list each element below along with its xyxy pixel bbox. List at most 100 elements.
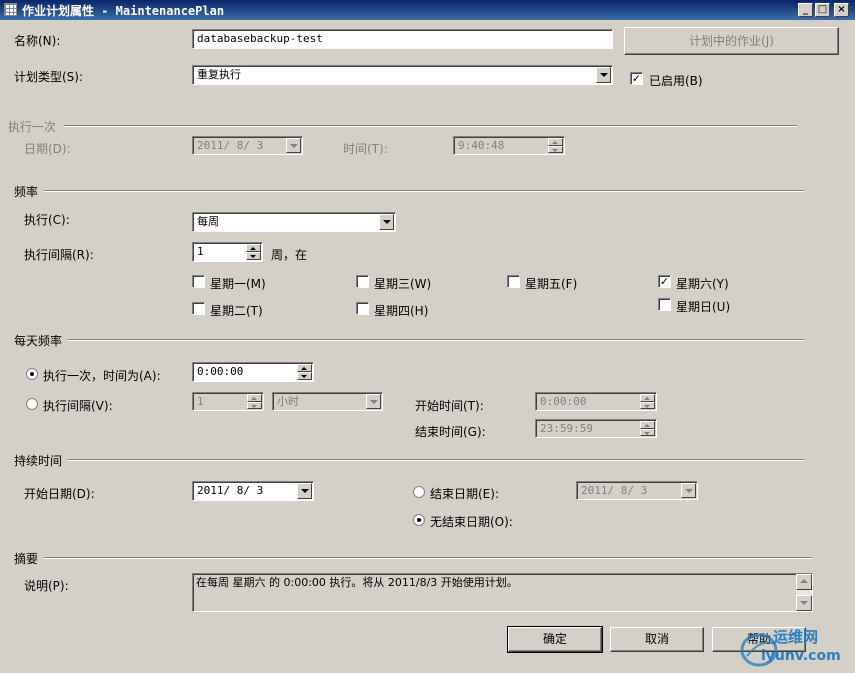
spin-buttons[interactable] (297, 364, 312, 380)
day-friday-checkbox[interactable] (507, 275, 520, 288)
jobs-in-schedule-button[interactable]: 计划中的作业(J) (624, 27, 839, 55)
spin-buttons[interactable] (548, 138, 563, 153)
chevron-down-icon[interactable] (379, 214, 394, 230)
day-monday-label: 星期一(M) (210, 277, 266, 291)
start-date-picker[interactable]: 2011/ 8/ 3 (192, 481, 314, 501)
spin-down-icon[interactable] (640, 428, 655, 436)
day-wednesday-checkbox[interactable] (356, 275, 369, 288)
recurs-value: 1 (197, 245, 204, 258)
spin-up-icon[interactable] (247, 394, 262, 402)
chevron-down-icon[interactable] (681, 483, 696, 498)
maximize-button[interactable]: □ (815, 3, 830, 17)
separator (68, 459, 804, 461)
end-time-label: 结束时间(G): (415, 425, 486, 439)
cancel-button[interactable]: 取消 (610, 627, 704, 652)
ok-button[interactable]: 确定 (507, 626, 603, 653)
enabled-checkbox[interactable]: ✓ (630, 72, 643, 85)
spin-up-icon[interactable] (548, 138, 563, 146)
no-end-date-radio[interactable] (413, 514, 425, 526)
description-text: 在每周 星期六 的 0:00:00 执行。将从 2011/8/3 开始使用计划。 (196, 576, 518, 589)
one-time-date-picker[interactable]: 2011/ 8/ 3 (192, 136, 303, 155)
description-textbox[interactable]: 在每周 星期六 的 0:00:00 执行。将从 2011/8/3 开始使用计划。 (192, 573, 813, 612)
day-thursday-label: 星期四(H) (374, 304, 429, 318)
occurs-every-input[interactable]: 1 (192, 392, 264, 411)
day-sunday-label: 星期日(U) (676, 300, 731, 314)
description-scrollbar[interactable] (796, 574, 812, 611)
day-tuesday-label: 星期二(T) (210, 304, 263, 318)
app-icon (4, 3, 17, 16)
spin-buttons[interactable] (247, 394, 262, 409)
watermark-logo: 运维网 iyunv.com (739, 626, 849, 670)
separator (68, 339, 804, 341)
end-date-label: 结束日期(E): (430, 487, 499, 501)
day-saturday-checkbox[interactable]: ✓ (658, 275, 671, 288)
schedule-type-select[interactable]: 重复执行 (192, 65, 613, 85)
start-time-input[interactable]: 0:00:00 (535, 392, 657, 411)
day-saturday-label: 星期六(Y) (676, 277, 729, 291)
recurs-label: 执行间隔(R): (24, 248, 94, 262)
occurs-label: 执行(C): (24, 213, 70, 227)
spin-down-icon[interactable] (548, 145, 563, 153)
spin-buttons[interactable] (640, 421, 655, 436)
occurs-select[interactable]: 每周 (192, 212, 396, 232)
occurs-every-unit-select[interactable]: 小时 (272, 392, 383, 411)
spin-buttons[interactable] (640, 394, 655, 409)
chevron-down-icon[interactable] (297, 483, 312, 499)
end-date-value: 2011/ 8/ 3 (581, 484, 648, 497)
scroll-up-icon[interactable] (796, 574, 812, 590)
chevron-down-icon[interactable] (286, 138, 301, 153)
one-time-date-label: 日期(D): (24, 142, 71, 156)
occurs-once-label: 执行一次，时间为(A): (43, 369, 161, 383)
spin-down-icon[interactable] (297, 372, 312, 380)
enabled-label: 已启用(B) (649, 74, 703, 88)
frequency-section-title: 频率 (14, 185, 39, 199)
separator (44, 557, 812, 559)
schedule-type-label: 计划类型(S): (14, 70, 84, 84)
name-input[interactable]: databasebackup-test (192, 29, 613, 49)
spin-down-icon[interactable] (247, 401, 262, 409)
spin-buttons[interactable] (246, 244, 261, 260)
one-time-time-input[interactable]: 9:40:48 (453, 136, 565, 155)
occurs-every-unit-value: 小时 (277, 395, 299, 408)
occurs-every-value: 1 (197, 395, 204, 408)
summary-section-title: 摘要 (14, 552, 39, 566)
spin-up-icon[interactable] (297, 364, 312, 372)
day-friday-label: 星期五(F) (525, 277, 578, 291)
separator (64, 125, 797, 127)
end-date-picker[interactable]: 2011/ 8/ 3 (576, 481, 698, 500)
title-bar: 作业计划属性 - MaintenancePlan _ □ × (0, 0, 855, 20)
one-time-time-label: 时间(T): (343, 142, 388, 156)
spin-up-icon[interactable] (640, 394, 655, 402)
spin-down-icon[interactable] (246, 252, 261, 260)
day-thursday-checkbox[interactable] (356, 302, 369, 315)
scroll-down-icon[interactable] (796, 595, 812, 611)
schedule-type-value: 重复执行 (197, 68, 241, 81)
occurs-every-radio[interactable] (26, 398, 38, 410)
start-date-label: 开始日期(D): (24, 487, 95, 501)
end-time-value: 23:59:59 (540, 422, 593, 435)
chevron-down-icon[interactable] (366, 394, 381, 409)
minimize-button[interactable]: _ (798, 3, 813, 17)
day-monday-checkbox[interactable] (192, 275, 205, 288)
occurs-once-radio[interactable] (26, 368, 38, 380)
spin-up-icon[interactable] (640, 421, 655, 429)
occurs-every-label: 执行间隔(V): (43, 399, 113, 413)
day-sunday-checkbox[interactable] (658, 298, 671, 311)
spin-down-icon[interactable] (640, 401, 655, 409)
chevron-down-icon[interactable] (596, 67, 611, 83)
one-time-section-title: 执行一次 (8, 120, 57, 134)
day-tuesday-checkbox[interactable] (192, 302, 205, 315)
no-end-date-label: 无结束日期(O): (430, 515, 513, 529)
occurs-once-value: 0:00:00 (197, 365, 244, 378)
recurs-suffix: 周，在 (271, 248, 308, 262)
close-button[interactable]: × (834, 3, 849, 17)
watermark-brand: 运维网 (773, 628, 819, 646)
spin-up-icon[interactable] (246, 244, 261, 252)
recurs-every-input[interactable]: 1 (192, 242, 263, 262)
description-label: 说明(P): (24, 579, 69, 593)
occurs-once-time-input[interactable]: 0:00:00 (192, 362, 314, 382)
end-time-input[interactable]: 23:59:59 (535, 419, 657, 438)
day-wednesday-label: 星期三(W) (374, 277, 432, 291)
end-date-radio[interactable] (413, 486, 425, 498)
checkmark-icon: ✓ (631, 72, 642, 85)
